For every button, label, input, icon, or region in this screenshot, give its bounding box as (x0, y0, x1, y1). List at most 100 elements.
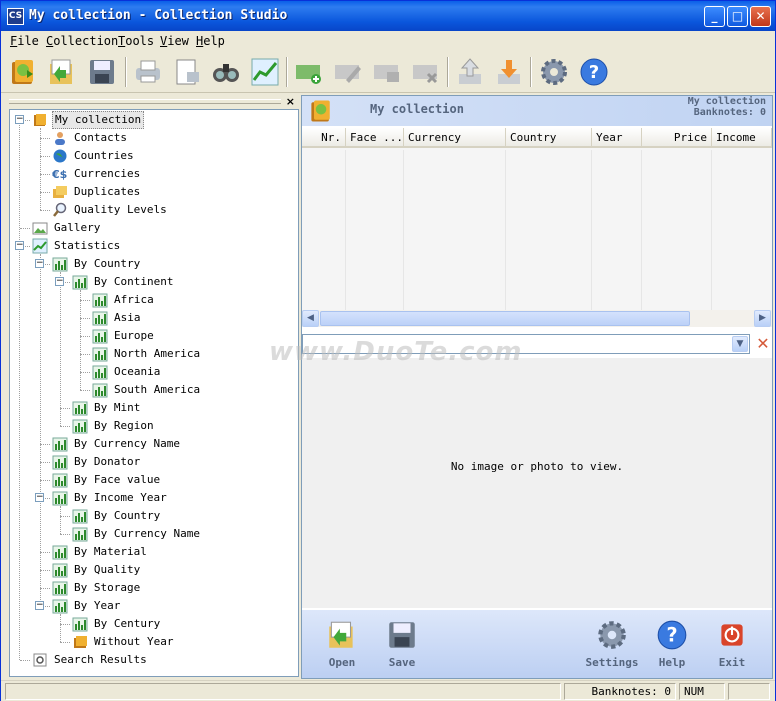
tree-item-label: Contacts (74, 131, 127, 144)
tree-connector (80, 318, 90, 319)
help-button[interactable]: ? Help (642, 618, 702, 674)
status-banknotes: Banknotes: 0 (564, 683, 676, 700)
bar-chart-icon (92, 382, 108, 398)
tree-connector (80, 336, 90, 337)
svg-text:?: ? (589, 62, 599, 83)
scrollbar-thumb[interactable] (320, 311, 690, 326)
open-folder-icon[interactable] (46, 56, 78, 88)
tree-connector (80, 390, 90, 391)
title-bar[interactable]: CS My collection - Collection Studio _ □… (1, 1, 775, 31)
settings-icon[interactable] (538, 56, 570, 88)
maximize-button[interactable]: □ (727, 6, 748, 27)
collapse-icon[interactable]: − (15, 241, 24, 250)
pane-close-icon[interactable]: × (286, 95, 295, 108)
menu-tools[interactable]: Tools (118, 34, 154, 48)
status-empty-panel (728, 683, 770, 700)
open-book-icon[interactable] (7, 56, 39, 88)
bar-chart-icon (72, 418, 88, 434)
settings-icon (598, 621, 626, 649)
tree-item-label: By Currency Name (94, 527, 200, 540)
exit-button[interactable]: Exit (702, 618, 762, 674)
bar-chart-icon (72, 274, 88, 290)
chevron-down-icon[interactable]: ▼ (732, 336, 748, 352)
close-button[interactable]: ✕ (750, 6, 771, 27)
bar-chart-icon (72, 526, 88, 542)
collection-book-icon (311, 100, 330, 122)
chart-icon[interactable] (249, 56, 281, 88)
search-results-icon (32, 652, 48, 668)
content-title: My collection (370, 102, 464, 116)
tree-connector (60, 408, 70, 409)
tree-connector (80, 290, 81, 390)
tree-item-label: Duplicates (74, 185, 141, 198)
tree-connector (19, 120, 20, 660)
bar-chart-icon (72, 616, 88, 632)
tree-connector (60, 614, 61, 642)
save-icon[interactable] (86, 56, 118, 88)
column-header-currency[interactable]: Currency (404, 128, 506, 148)
save-button[interactable]: Save (372, 618, 432, 674)
toolbar-separator (125, 57, 127, 87)
tree-item-label: My collection (52, 111, 145, 129)
menu-bar: File Collection Tools View Help (1, 31, 775, 51)
exit-icon (721, 624, 743, 646)
tree-connector (60, 506, 61, 534)
tree-item-label: By Face value (74, 473, 161, 486)
import-icon[interactable] (454, 56, 486, 88)
column-header-year[interactable]: Year (592, 128, 642, 148)
tree-item-label: Currencies (74, 167, 141, 180)
save-icon (389, 622, 415, 648)
column-header-country[interactable]: Country (506, 128, 592, 148)
menu-collection[interactable]: Collection (46, 34, 118, 48)
column-header-face-value[interactable]: Face ... (346, 128, 404, 148)
tree-item-label: Asia (114, 311, 141, 324)
bar-chart-icon (72, 400, 88, 416)
collapse-icon[interactable]: − (35, 493, 44, 502)
collapse-icon[interactable]: − (35, 601, 44, 610)
table-column (404, 150, 506, 310)
binoculars-icon[interactable] (210, 56, 242, 88)
collapse-icon[interactable]: − (55, 277, 64, 286)
menu-help[interactable]: Help (196, 34, 225, 48)
scroll-right-icon[interactable]: ▶ (754, 310, 771, 327)
horizontal-scrollbar[interactable]: ◀ ▶ (302, 310, 772, 327)
items-table[interactable]: Nr. Face ... Currency Country Year Price… (302, 128, 772, 310)
tree-item-label: By Income Year (74, 491, 167, 504)
tree-item-label: By Year (74, 599, 121, 612)
menu-file[interactable]: File (10, 34, 39, 48)
scroll-left-icon[interactable]: ◀ (302, 310, 319, 327)
print-icon[interactable] (132, 56, 164, 88)
export-icon[interactable] (493, 56, 525, 88)
tree-item-label: By Currency Name (74, 437, 180, 450)
column-header-price[interactable]: Price (642, 128, 712, 148)
minimize-button[interactable]: _ (704, 6, 725, 27)
chart-icon (32, 238, 48, 254)
pane-grip[interactable] (9, 99, 281, 104)
settings-button[interactable]: Settings (582, 618, 642, 674)
help-icon[interactable]: ? (578, 56, 610, 88)
edit-item-icon (332, 56, 364, 88)
tree-connector (40, 192, 50, 193)
app-icon[interactable]: CS (7, 8, 24, 25)
collapse-icon[interactable]: − (35, 259, 44, 268)
tree-connector (40, 444, 50, 445)
tree-connector (60, 516, 70, 517)
folder-book-icon (72, 634, 88, 650)
magnifier-icon (52, 202, 68, 218)
collection-tree[interactable]: My collection − Contacts Countries €$ Currenc… (9, 109, 299, 677)
column-header-nr[interactable]: Nr. (302, 128, 346, 148)
app-window: CS My collection - Collection Studio _ □… (0, 0, 776, 701)
print-preview-icon[interactable] (171, 56, 203, 88)
column-header-income[interactable]: Income (712, 128, 772, 148)
tree-item-label: Quality Levels (74, 203, 167, 216)
book-icon (32, 112, 48, 128)
save-button-label: Save (388, 656, 416, 669)
menu-view[interactable]: View (160, 34, 189, 48)
collapse-icon[interactable]: − (15, 115, 24, 124)
add-item-icon[interactable] (293, 56, 325, 88)
table-column (302, 150, 346, 310)
open-button[interactable]: Open (312, 618, 372, 674)
tree-connector (40, 174, 50, 175)
toolbar: ? (1, 51, 775, 93)
clear-image-icon[interactable]: ✕ (754, 334, 772, 354)
